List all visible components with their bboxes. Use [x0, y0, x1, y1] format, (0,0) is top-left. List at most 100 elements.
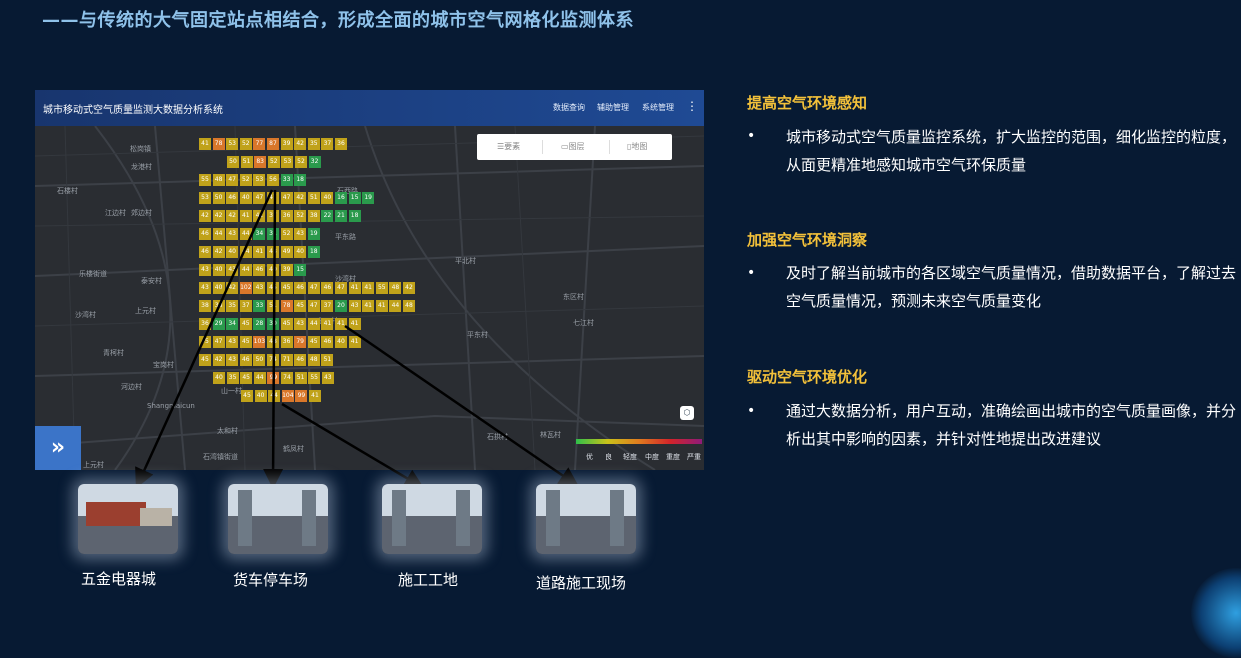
city-map[interactable]: 松岗镇 龙港村 石楼村 江边村 郊边村 乐楼街道 泰安村 沙湾村 上元村 青柯村…: [35, 126, 704, 470]
grid-cell[interactable]: 99: [295, 390, 308, 402]
grid-cell[interactable]: 44: [253, 372, 266, 384]
grid-cell[interactable]: 43: [226, 228, 239, 240]
grid-cell[interactable]: 47: [335, 282, 347, 294]
layer-button[interactable]: ▭图层: [561, 141, 585, 152]
grid-cell[interactable]: 44: [239, 264, 252, 276]
grid-cell[interactable]: 18: [294, 174, 307, 186]
grid-cell[interactable]: 47: [253, 192, 266, 204]
grid-cell[interactable]: 51: [321, 354, 334, 366]
grid-cell[interactable]: 41: [239, 210, 252, 222]
grid-cell[interactable]: 43: [199, 264, 211, 276]
grid-cell[interactable]: 45: [241, 390, 253, 402]
grid-cell[interactable]: 42: [226, 210, 239, 222]
grid-cell[interactable]: 18: [307, 246, 320, 258]
grid-cell[interactable]: 53: [253, 174, 266, 186]
grid-cell[interactable]: 55: [308, 372, 321, 384]
grid-cell[interactable]: 45: [280, 282, 293, 294]
grid-cell[interactable]: 33: [253, 300, 266, 312]
grid-cell[interactable]: 87: [267, 138, 279, 150]
grid-cell[interactable]: 43: [253, 282, 266, 294]
grid-cell[interactable]: 42: [199, 210, 211, 222]
grid-cell[interactable]: 46: [294, 282, 307, 294]
grid-cell[interactable]: 41: [375, 300, 388, 312]
grid-cell[interactable]: 46: [226, 192, 239, 204]
grid-cell[interactable]: 42: [226, 282, 239, 294]
grid-cell[interactable]: 41: [335, 318, 347, 330]
compass-icon[interactable]: ⬡: [680, 406, 694, 420]
grid-cell[interactable]: 74: [281, 372, 293, 384]
grid-cell[interactable]: 31: [267, 228, 279, 240]
grid-cell[interactable]: 40: [254, 390, 267, 402]
grid-cell[interactable]: 40: [212, 282, 225, 294]
double-chevron-right-icon[interactable]: »: [35, 426, 81, 470]
grid-cell[interactable]: 42: [294, 138, 307, 150]
nav-assist-manage[interactable]: 辅助管理: [597, 102, 629, 113]
grid-cell[interactable]: 41: [348, 282, 361, 294]
grid-cell[interactable]: 43: [226, 336, 239, 348]
grid-cell[interactable]: 40: [294, 246, 307, 258]
grid-cell[interactable]: 43: [267, 246, 279, 258]
grid-cell[interactable]: 45: [239, 336, 252, 348]
grid-cell[interactable]: 44: [268, 390, 281, 402]
grid-cell[interactable]: 28: [253, 318, 266, 330]
grid-cell[interactable]: 102: [239, 282, 252, 294]
grid-cell[interactable]: 43: [321, 372, 334, 384]
grid-cell[interactable]: 16: [335, 192, 347, 204]
grid-cell[interactable]: 36: [335, 138, 347, 150]
grid-cell[interactable]: 53: [199, 192, 211, 204]
grid-cell[interactable]: 50: [253, 354, 266, 366]
grid-cell[interactable]: 52: [267, 156, 280, 168]
grid-cell[interactable]: 43: [226, 354, 239, 366]
grid-cell[interactable]: 45: [280, 318, 293, 330]
grid-cell[interactable]: 53: [281, 156, 294, 168]
grid-cell[interactable]: 29: [212, 318, 225, 330]
grid-cell[interactable]: 99: [267, 372, 280, 384]
grid-cell[interactable]: 51: [307, 192, 320, 204]
grid-cell[interactable]: 46: [321, 336, 334, 348]
grid-cell[interactable]: 78: [280, 300, 293, 312]
grid-cell[interactable]: 35: [226, 372, 239, 384]
grid-cell[interactable]: 36: [280, 210, 293, 222]
nav-system-manage[interactable]: 系统管理: [642, 102, 674, 113]
grid-cell[interactable]: 18: [348, 210, 361, 222]
grid-cell[interactable]: 37: [321, 138, 334, 150]
grid-cell[interactable]: 21: [335, 210, 347, 222]
grid-cell[interactable]: 52: [280, 228, 293, 240]
grid-cell[interactable]: 40: [226, 246, 239, 258]
grid-cell[interactable]: 43: [348, 300, 361, 312]
feature-button[interactable]: ☰要素: [497, 141, 520, 152]
grid-cell[interactable]: 35: [307, 138, 320, 150]
grid-cell[interactable]: 38: [199, 300, 211, 312]
grid-cell[interactable]: 53: [226, 138, 239, 150]
grid-cell[interactable]: 43: [294, 318, 307, 330]
grid-cell[interactable]: 36: [280, 336, 293, 348]
grid-cell[interactable]: 15: [294, 264, 307, 276]
grid-cell[interactable]: 44: [239, 246, 252, 258]
grid-cell[interactable]: 15: [348, 192, 361, 204]
map-button[interactable]: ▯地图: [627, 141, 647, 152]
grid-cell[interactable]: 41: [253, 210, 266, 222]
grid-cell[interactable]: 52: [294, 210, 307, 222]
vertical-dots-icon[interactable]: ⋮: [686, 99, 698, 113]
grid-cell[interactable]: 22: [321, 210, 334, 222]
grid-cell[interactable]: 55: [375, 282, 388, 294]
grid-cell[interactable]: 48: [212, 174, 225, 186]
grid-cell[interactable]: 41: [362, 282, 375, 294]
grid-cell[interactable]: 50: [212, 192, 225, 204]
grid-cell[interactable]: 78: [212, 138, 225, 150]
grid-cell[interactable]: 77: [253, 138, 266, 150]
grid-cell[interactable]: 40: [335, 336, 347, 348]
grid-cell[interactable]: 40: [212, 264, 225, 276]
grid-cell[interactable]: 43: [294, 228, 307, 240]
grid-cell[interactable]: 48: [307, 354, 320, 366]
grid-cell[interactable]: 39: [280, 138, 293, 150]
grid-cell[interactable]: 47: [280, 192, 293, 204]
grid-cell[interactable]: 46: [199, 246, 211, 258]
grid-cell[interactable]: 44: [307, 318, 320, 330]
grid-cell[interactable]: 46: [199, 228, 211, 240]
grid-cell[interactable]: 55: [199, 174, 211, 186]
grid-cell[interactable]: 49: [280, 246, 293, 258]
grid-cell[interactable]: 104: [281, 390, 294, 402]
grid-cell[interactable]: 35: [226, 300, 239, 312]
grid-cell[interactable]: 47: [226, 174, 239, 186]
